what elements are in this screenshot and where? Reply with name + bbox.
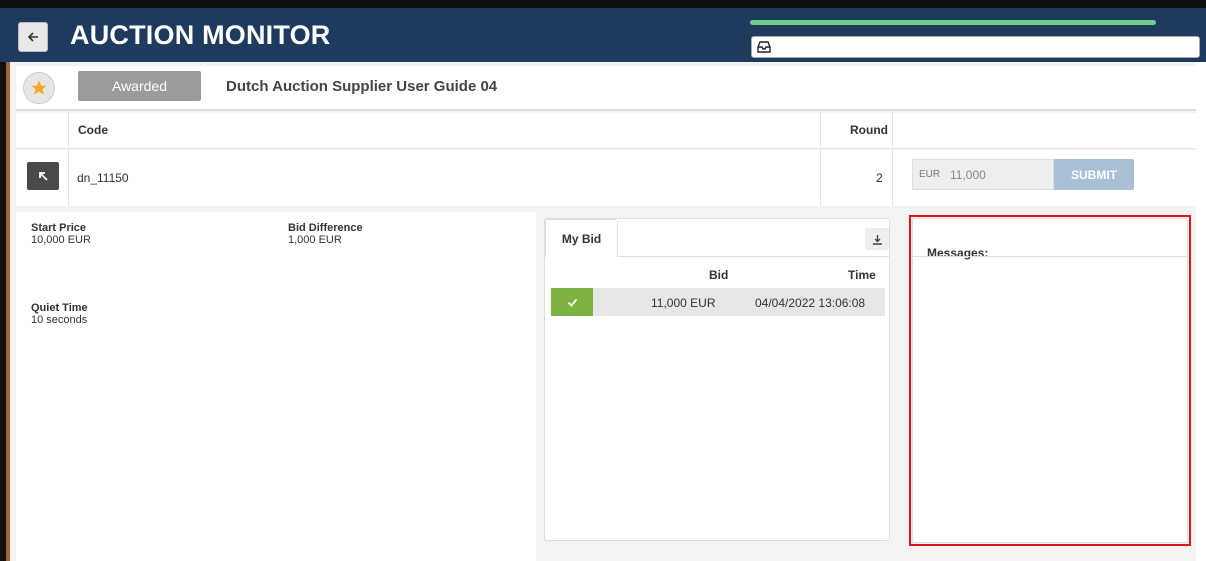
star-icon [31, 80, 47, 95]
app-header: AUCTION MONITOR [0, 0, 1206, 62]
quiet-time-value: 10 seconds [31, 314, 88, 326]
start-price: Start Price 10,000 EUR [31, 222, 91, 246]
list-item: 11,000 EUR 04/04/2022 13:06:08 [551, 288, 885, 316]
bid-difference-label: Bid Difference [288, 222, 363, 234]
status-box[interactable] [751, 36, 1200, 58]
column-header-time: Time [848, 268, 876, 282]
download-icon [872, 234, 882, 245]
messages-highlight-box [909, 215, 1191, 546]
quiet-time-label: Quiet Time [31, 302, 88, 314]
start-price-label: Start Price [31, 222, 87, 234]
column-divider [820, 150, 821, 206]
column-header-code: Code [78, 123, 108, 137]
bid-difference: Bid Difference 1,000 EUR [288, 222, 363, 246]
back-button[interactable] [18, 22, 48, 52]
bid-accepted-indicator [551, 288, 593, 316]
column-divider [68, 150, 69, 206]
column-divider [68, 113, 69, 149]
right-edge [1196, 62, 1206, 561]
column-divider [892, 150, 893, 206]
tab-divider [617, 256, 889, 257]
check-icon [567, 298, 577, 307]
bid-entry-group: EUR 11,000 SUBMIT [912, 159, 1138, 190]
auction-code: dn_11150 [77, 171, 129, 185]
auction-details-panel: Start Price 10,000 EUR Bid Difference 1,… [16, 212, 536, 561]
column-divider [892, 113, 893, 149]
open-auction-button[interactable] [27, 162, 59, 190]
my-bid-panel: My Bid Bid Time 11,000 EUR 04/04/2022 13… [544, 218, 890, 541]
auction-name: Dutch Auction Supplier User Guide 04 [226, 78, 498, 95]
status-badge: Awarded [78, 71, 201, 101]
column-divider [820, 113, 821, 149]
page-title: AUCTION MONITOR [70, 20, 331, 50]
tab-my-bid[interactable]: My Bid [545, 219, 618, 257]
download-button[interactable] [865, 228, 889, 250]
bid-amount: 11,000 EUR [651, 296, 716, 310]
arrow-left-icon [27, 32, 38, 42]
column-header-round: Round [850, 123, 888, 137]
status-accent-bar [6, 62, 10, 561]
arrow-up-left-icon [39, 172, 48, 181]
column-header-bid: Bid [709, 268, 729, 282]
round-value: 2 [876, 171, 883, 185]
bid-time: 04/04/2022 13:06:08 [755, 296, 866, 310]
bid-amount-input[interactable]: 11,000 [946, 159, 1054, 190]
currency-label: EUR [912, 159, 946, 190]
bid-difference-value: 1,000 EUR [288, 234, 342, 246]
inbox-icon [757, 41, 771, 53]
favorite-button[interactable] [23, 72, 55, 104]
auction-header: Awarded Dutch Auction Supplier User Guid… [16, 66, 1196, 111]
table-row: dn_11150 2 EUR 11,000 SUBMIT [16, 150, 1196, 206]
submit-bid-button[interactable]: SUBMIT [1054, 159, 1134, 190]
quiet-time: Quiet Time 10 seconds [31, 302, 88, 326]
start-price-value: 10,000 EUR [31, 234, 91, 246]
auction-progress-bar [750, 20, 1156, 25]
progress-fill [750, 20, 1156, 25]
table-header: Code Round [16, 113, 1196, 149]
